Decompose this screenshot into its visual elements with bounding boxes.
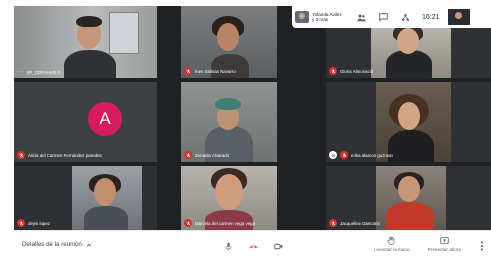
video-feed bbox=[14, 6, 157, 78]
people-icon[interactable] bbox=[350, 10, 372, 24]
participant-label: Marcela del carmen vega vega bbox=[184, 219, 255, 227]
chat-icon[interactable] bbox=[372, 10, 394, 24]
self-view-thumbnail[interactable] bbox=[447, 9, 470, 25]
participant-tile[interactable]: erika alarcon guzman bbox=[326, 82, 491, 162]
video-grid: ··· SP_CDRAHUE 2 Ines Salinas Navarro Gl… bbox=[14, 6, 491, 230]
video-feed bbox=[326, 82, 491, 162]
more-options-icon[interactable] bbox=[479, 240, 485, 252]
meet-window: ··· SP_CDRAHUE 2 Ines Salinas Navarro Gl… bbox=[0, 0, 491, 261]
participant-tile[interactable]: Zenaida Alvarado bbox=[181, 82, 277, 162]
participant-tile[interactable]: Ines Salinas Navarro bbox=[181, 6, 277, 78]
camera-icon bbox=[273, 243, 282, 249]
mic-off-icon bbox=[17, 219, 25, 227]
participant-label: Jacqueline Dancarte bbox=[329, 219, 380, 227]
end-call-button[interactable] bbox=[246, 239, 260, 253]
camera-button[interactable] bbox=[271, 239, 285, 253]
top-info-bar: Yolanda Avilez y 3 más 16:21 bbox=[292, 6, 491, 28]
presenter-info: Yolanda Avilez y 3 más bbox=[312, 11, 342, 23]
mic-button[interactable] bbox=[221, 239, 235, 253]
participant-label: deysi lopez bbox=[17, 219, 50, 227]
presenter-thumbnail bbox=[295, 11, 309, 23]
participant-label: Gloria Almonacid bbox=[329, 67, 373, 75]
present-icon bbox=[440, 237, 449, 244]
mic-off-icon bbox=[17, 151, 25, 159]
participant-label: Zenaida Alvarado bbox=[184, 151, 229, 159]
participant-tile[interactable]: A Alicia del Carmen Fernández paredes bbox=[14, 82, 157, 162]
participant-label: Ines Salinas Navarro bbox=[184, 67, 236, 75]
raise-hand-button[interactable]: Levantar la mano bbox=[374, 236, 410, 252]
participant-tile[interactable]: deysi lopez bbox=[14, 166, 157, 230]
clock-time: 16:21 bbox=[422, 13, 440, 21]
chevron-up-icon bbox=[86, 243, 91, 246]
participant-label: Alicia del Carmen Fernández paredes bbox=[17, 151, 102, 159]
mic-off-icon bbox=[184, 219, 192, 227]
mic-off-icon bbox=[184, 151, 192, 159]
meeting-details-button[interactable]: Detalles de la reunión bbox=[22, 241, 92, 248]
mic-icon bbox=[225, 242, 231, 250]
participant-tile[interactable]: Jacqueline Dancarte bbox=[326, 166, 491, 230]
avatar: A bbox=[88, 102, 122, 136]
hand-icon bbox=[387, 236, 395, 245]
mic-off-icon bbox=[184, 67, 192, 75]
participant-label: ··· SP_CDRAHUE 2 bbox=[17, 69, 61, 75]
present-now-button[interactable]: Presentar ahora bbox=[428, 236, 461, 252]
avatar-placeholder: A bbox=[14, 82, 157, 162]
bottom-toolbar: Detalles de la reunión Levantar la mano … bbox=[14, 230, 491, 261]
mic-off-icon bbox=[340, 151, 348, 159]
participant-tile[interactable]: ··· SP_CDRAHUE 2 bbox=[14, 6, 157, 78]
more-options-icon[interactable]: ··· bbox=[17, 69, 24, 75]
activities-icon[interactable] bbox=[394, 10, 416, 24]
video-feed bbox=[181, 82, 277, 162]
pin-icon[interactable] bbox=[329, 151, 337, 159]
participant-tile[interactable]: Marcela del carmen vega vega bbox=[181, 166, 277, 230]
mic-off-icon bbox=[329, 67, 337, 75]
mic-off-icon bbox=[329, 219, 337, 227]
end-call-icon bbox=[249, 245, 257, 248]
participant-label: erika alarcon guzman bbox=[329, 151, 393, 159]
